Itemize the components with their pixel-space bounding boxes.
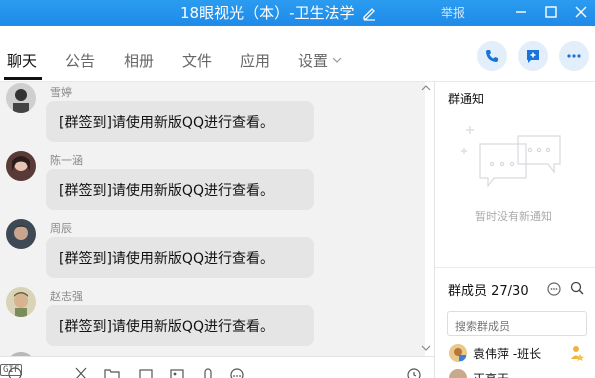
avatar[interactable] [6, 83, 36, 113]
message-bubble[interactable]: [群签到]请使用新版QQ进行查看。 [46, 305, 314, 346]
edit-icon[interactable] [361, 5, 377, 21]
member-name: 正高天 ... [473, 370, 524, 378]
tab-chat[interactable]: 聊天 [7, 50, 37, 71]
sender-name: 赵志强 [50, 290, 83, 303]
panel-divider [434, 82, 435, 378]
sender-name: 周辰 [50, 222, 72, 235]
tab-announcement[interactable]: 公告 [65, 50, 95, 71]
scissors-icon[interactable] [73, 366, 89, 378]
more-button[interactable] [559, 41, 589, 71]
chat-area[interactable]: 雪婷 [群签到]请使用新版QQ进行查看。 陈一涵 [群签到]请使用新版QQ进行查… [0, 82, 425, 356]
add-chat-icon [527, 50, 539, 63]
chevron-down-icon [332, 57, 342, 63]
history-icon[interactable] [406, 366, 422, 378]
avatar[interactable] [6, 219, 36, 249]
avatar[interactable] [6, 287, 36, 317]
chat-message: 雪婷 [群签到]请使用新版QQ进行查看。 [0, 82, 425, 150]
image-search-icon[interactable] [138, 366, 154, 378]
message-bubble[interactable]: [群签到]请使用新版QQ进行查看。 [46, 101, 314, 142]
member-row[interactable]: 袁伟萍 -班长 [447, 343, 595, 365]
report-button[interactable]: 举报 [441, 4, 465, 21]
add-chat-button[interactable] [518, 41, 548, 71]
member-row[interactable]: 正高天 ... [447, 368, 595, 378]
scroll-up-icon[interactable] [421, 84, 431, 92]
close-icon[interactable] [572, 3, 590, 21]
member-chat-icon[interactable] [546, 281, 562, 297]
input-toolbar: GIF [0, 356, 434, 378]
message-bubble[interactable]: [群签到]请使用新版QQ进行查看。 [46, 169, 314, 210]
title-wrap: 18眼视光（本）-卫生法学 [180, 2, 377, 23]
member-search-input[interactable] [447, 311, 587, 336]
active-tab-indicator [4, 77, 42, 80]
more-tools-icon[interactable] [229, 366, 245, 378]
search-icon[interactable] [570, 281, 584, 295]
tab-settings-label: 设置 [298, 52, 329, 70]
sender-name: 陈一涵 [50, 154, 83, 167]
section-divider [435, 267, 595, 268]
chat-message: 周辰 [群签到]请使用新版QQ进行查看。 [0, 218, 425, 286]
emoji-icon[interactable] [7, 366, 23, 378]
tab-apps[interactable]: 应用 [240, 50, 270, 71]
owner-crown-icon [571, 346, 584, 361]
member-avatar [449, 369, 467, 378]
member-avatar [449, 344, 467, 362]
notice-empty-text: 暂时没有新通知 [475, 210, 552, 223]
sender-name: 雪婷 [50, 86, 72, 99]
tab-settings[interactable]: 设置 [298, 50, 342, 71]
chat-message: 陈一涵 [群签到]请使用新版QQ进行查看。 [0, 150, 425, 218]
avatar[interactable] [6, 151, 36, 181]
chat-message: 赵志强 [群签到]请使用新版QQ进行查看。 [0, 286, 425, 354]
voice-call-button[interactable] [477, 41, 507, 71]
member-name: 袁伟萍 -班长 [473, 347, 542, 361]
more-icon [567, 54, 581, 58]
minimize-icon[interactable] [512, 3, 530, 21]
picture-icon[interactable] [169, 366, 185, 378]
folder-icon[interactable] [104, 366, 120, 378]
tab-album[interactable]: 相册 [124, 50, 154, 71]
message-bubble[interactable]: [群签到]请使用新版QQ进行查看。 [46, 237, 314, 278]
phone-icon [486, 50, 498, 62]
mic-icon[interactable] [200, 366, 216, 378]
members-title: 群成员 27/30 [448, 284, 529, 299]
empty-notice-illustration [461, 126, 561, 188]
scroll-down-icon[interactable] [421, 344, 431, 352]
maximize-icon[interactable] [542, 3, 560, 21]
title-bar: 18眼视光（本）-卫生法学 举报 [0, 0, 595, 26]
window-title: 18眼视光（本）-卫生法学 [180, 4, 355, 22]
tab-files[interactable]: 文件 [182, 50, 212, 71]
notice-title: 群通知 [448, 92, 485, 106]
